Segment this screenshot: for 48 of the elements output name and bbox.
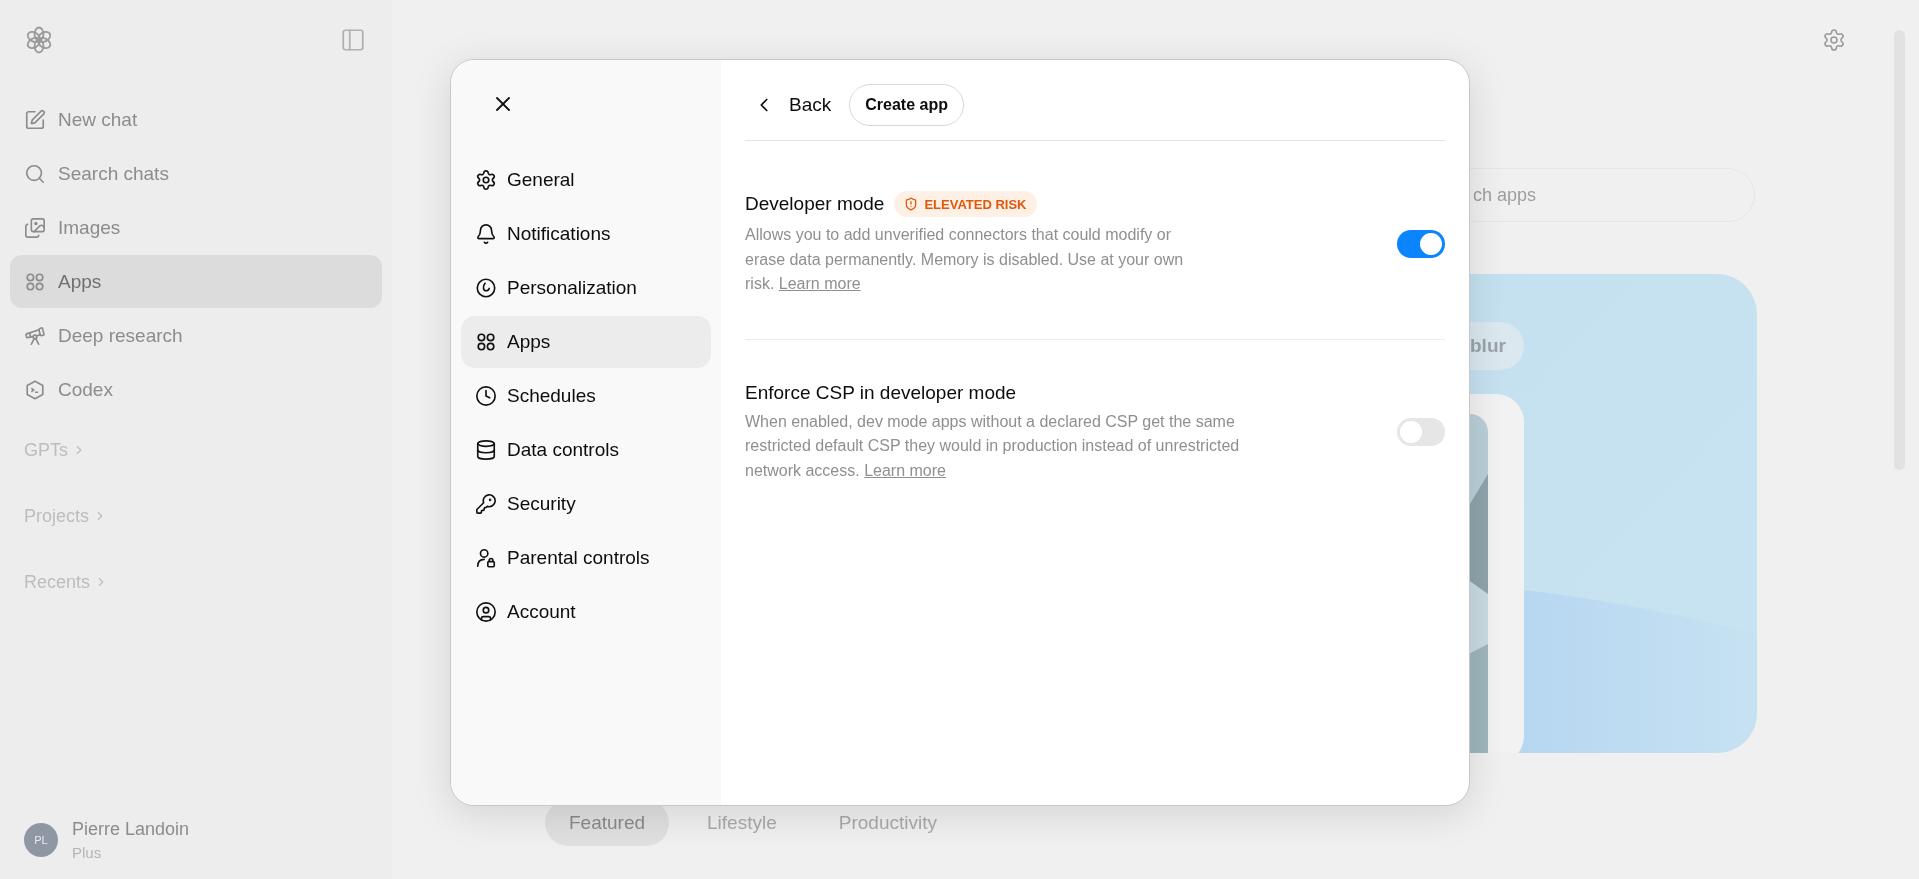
user-name: Pierre Landoin — [72, 819, 190, 840]
pencil-square-icon — [24, 108, 46, 131]
settings-icon — [475, 169, 497, 191]
toggle-switch[interactable] — [1397, 418, 1445, 447]
settings-nav-item[interactable]: Data controls — [461, 424, 711, 476]
database-icon — [475, 439, 497, 461]
user-plan: Plus — [72, 844, 103, 861]
user-lock-icon — [475, 547, 497, 569]
learn-more-link[interactable]: Learn more — [778, 275, 861, 292]
user-avatar[interactable]: PL — [24, 823, 58, 857]
smile-circle-icon — [475, 277, 497, 299]
shield-alert-icon — [904, 197, 919, 211]
toggle-switch[interactable] — [1397, 229, 1445, 258]
sidebar-item[interactable]: New chat — [10, 93, 382, 146]
sidebar-item[interactable]: Apps — [10, 255, 382, 308]
settings-nav-item[interactable]: Parental controls — [461, 532, 711, 584]
apps-grid-icon — [24, 270, 46, 293]
sidebar-item[interactable]: Search chats — [10, 147, 382, 200]
user-circle-icon — [475, 601, 497, 623]
settings-nav-item[interactable]: Apps — [461, 316, 711, 368]
telescope-icon — [24, 324, 46, 347]
terminal-icon — [24, 378, 46, 401]
settings-nav-item[interactable]: Notifications — [461, 208, 711, 260]
create-app-button[interactable]: Create app — [849, 83, 964, 126]
setting-description: Allows you to add unverified connectors that could modify or erase data permanently. Memory is disabled. Use at your own risk. Learn more — [745, 225, 1185, 294]
search-icon — [24, 162, 46, 185]
setting-title: Developer mode — [745, 193, 885, 215]
sidebar-item[interactable]: Images — [10, 201, 382, 254]
bell-icon — [475, 223, 497, 245]
apps-grid-icon — [475, 331, 497, 353]
settings-nav-item[interactable]: Security — [461, 478, 711, 530]
sidebar-toggle-icon[interactable] — [340, 27, 366, 53]
back-link[interactable]: Back — [745, 93, 832, 116]
learn-more-link[interactable]: Learn more — [864, 461, 946, 479]
key-icon — [475, 493, 497, 515]
settings-nav-item[interactable]: Account — [461, 586, 711, 638]
settings-icon[interactable] — [1822, 28, 1846, 52]
sidebar-item[interactable]: Codex — [10, 363, 382, 416]
sidebar-item[interactable]: Deep research — [10, 309, 382, 362]
setting-description: When enabled, dev mode apps without a declared CSP get the same restricted default CSP they would in production instead of unrestricted network access. Learn more — [745, 411, 1241, 481]
settings-nav-item[interactable]: Personalization — [461, 262, 711, 314]
knot-logo[interactable] — [24, 25, 54, 55]
images-icon — [24, 216, 46, 239]
badge-label: ELEVATED RISK — [924, 196, 1027, 212]
settings-nav-item[interactable]: General — [461, 154, 711, 206]
setting-title: Enforce CSP in developer mode — [745, 381, 1017, 404]
settings-nav-item[interactable]: Schedules — [461, 370, 711, 422]
clock-icon — [475, 385, 497, 407]
